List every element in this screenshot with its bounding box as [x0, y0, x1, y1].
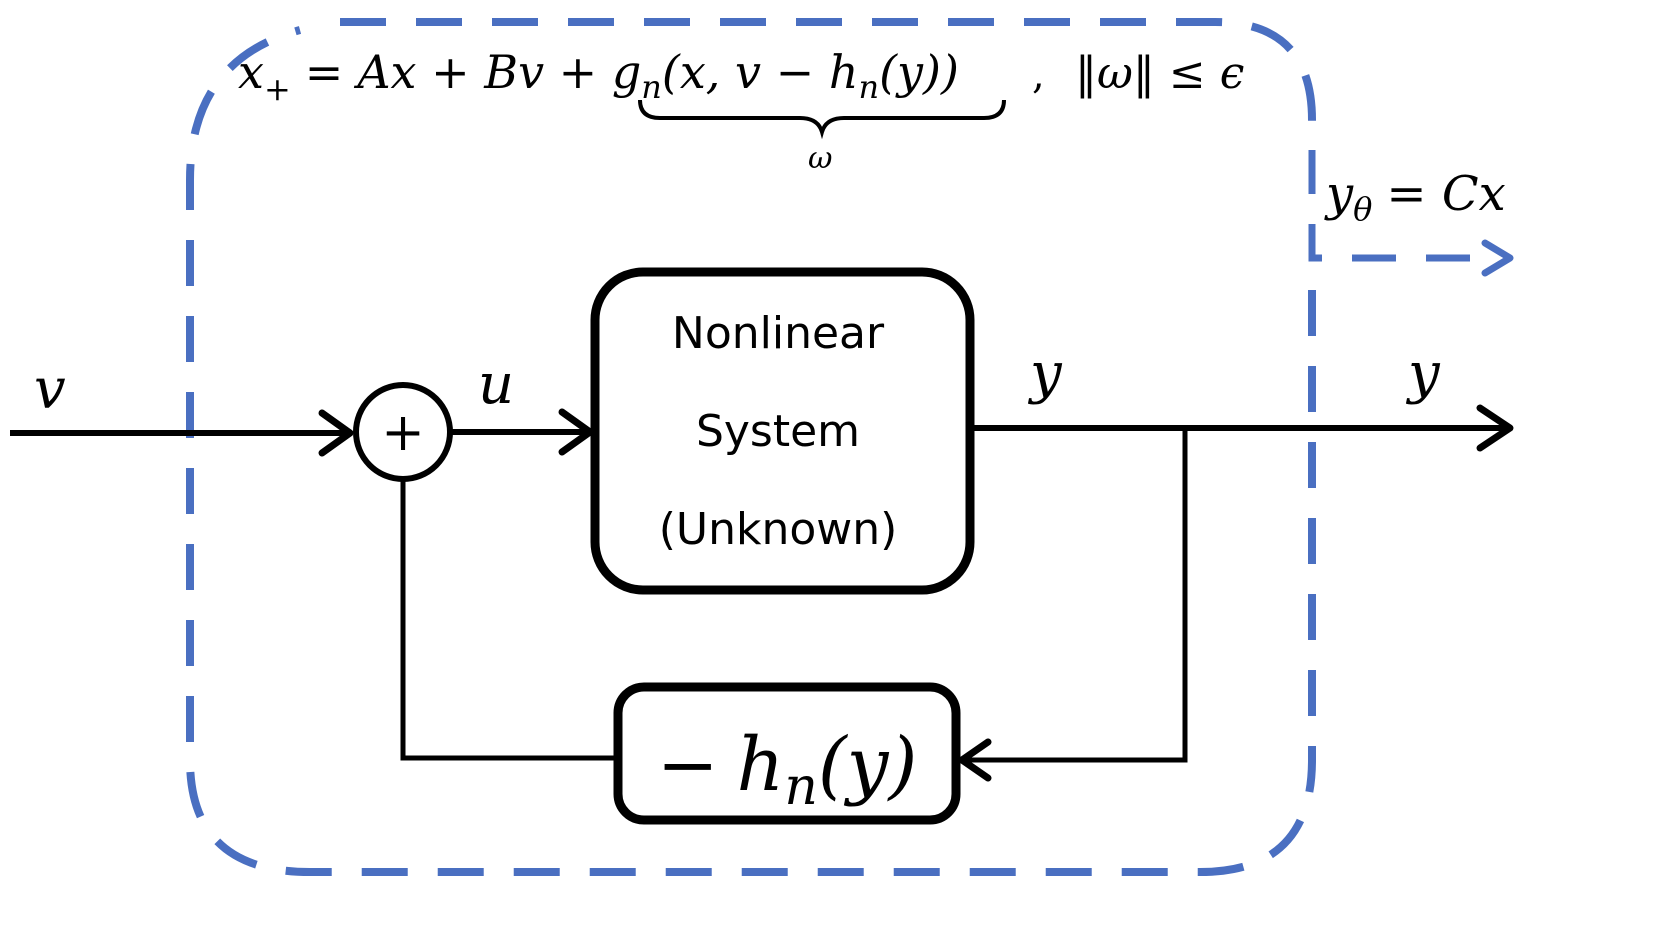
summing-plus-symbol: +	[381, 403, 425, 463]
output-eq-var: y	[1324, 166, 1354, 222]
eq-equals: =	[305, 45, 344, 99]
feedback-wire-left	[400, 479, 618, 761]
plant-label-line-3: (Unknown)	[659, 504, 898, 555]
eq-h-func: h	[829, 45, 859, 99]
eq-g-func: g	[612, 45, 641, 99]
underbrace	[638, 99, 1006, 140]
eq-g-args: (x, v −	[662, 45, 829, 99]
eq-constraint: ‖ω‖ ≤ ϵ	[1075, 48, 1244, 99]
underbrace-label-omega: ω	[808, 141, 832, 176]
output-equation: yθ = Cx	[1324, 166, 1506, 228]
feedback-wire-right	[965, 428, 1188, 763]
eq-lhs-var: x	[238, 45, 264, 99]
eq-g-sub: n	[641, 68, 662, 106]
plant-label-line-1: Nonlinear	[672, 308, 885, 359]
signal-label-v: v	[34, 357, 66, 422]
output-eq-sub: θ	[1353, 190, 1372, 228]
feedback-func-args: (y)	[818, 722, 918, 808]
feedback-func-h: h	[737, 722, 785, 808]
signal-label-y-external: y	[1405, 341, 1441, 406]
eq-separator: ,	[1032, 52, 1045, 98]
feedback-func-sub: n	[784, 757, 818, 817]
feedback-minus: −	[657, 722, 719, 808]
block-diagram: x+ = Ax + Bv + gn(x, v − hn(y)) , ‖ω‖ ≤ ϵ …	[10, 18, 1514, 876]
svg-text:yθ= Cx: yθ = Cx	[1324, 166, 1506, 228]
eq-linear-terms: Ax + Bv +	[353, 45, 612, 99]
svg-text:x+=Ax + Bv + gn(x, v − hn(y)): x+ = Ax + Bv + gn(x, v − hn(y))	[238, 45, 959, 108]
signal-label-u: u	[478, 352, 514, 417]
eq-h-sub: n	[858, 68, 879, 106]
signal-label-y-internal: y	[1027, 341, 1063, 406]
plant-label-line-2: System	[696, 406, 860, 457]
model-output-arrowhead	[1481, 239, 1514, 277]
eq-h-args: (y))	[879, 45, 959, 99]
output-eq-rhs: = Cx	[1386, 166, 1505, 222]
eq-lhs-sub: +	[264, 70, 291, 108]
state-equation: x+ = Ax + Bv + gn(x, v − hn(y)) , ‖ω‖ ≤ ϵ …	[238, 45, 1244, 176]
